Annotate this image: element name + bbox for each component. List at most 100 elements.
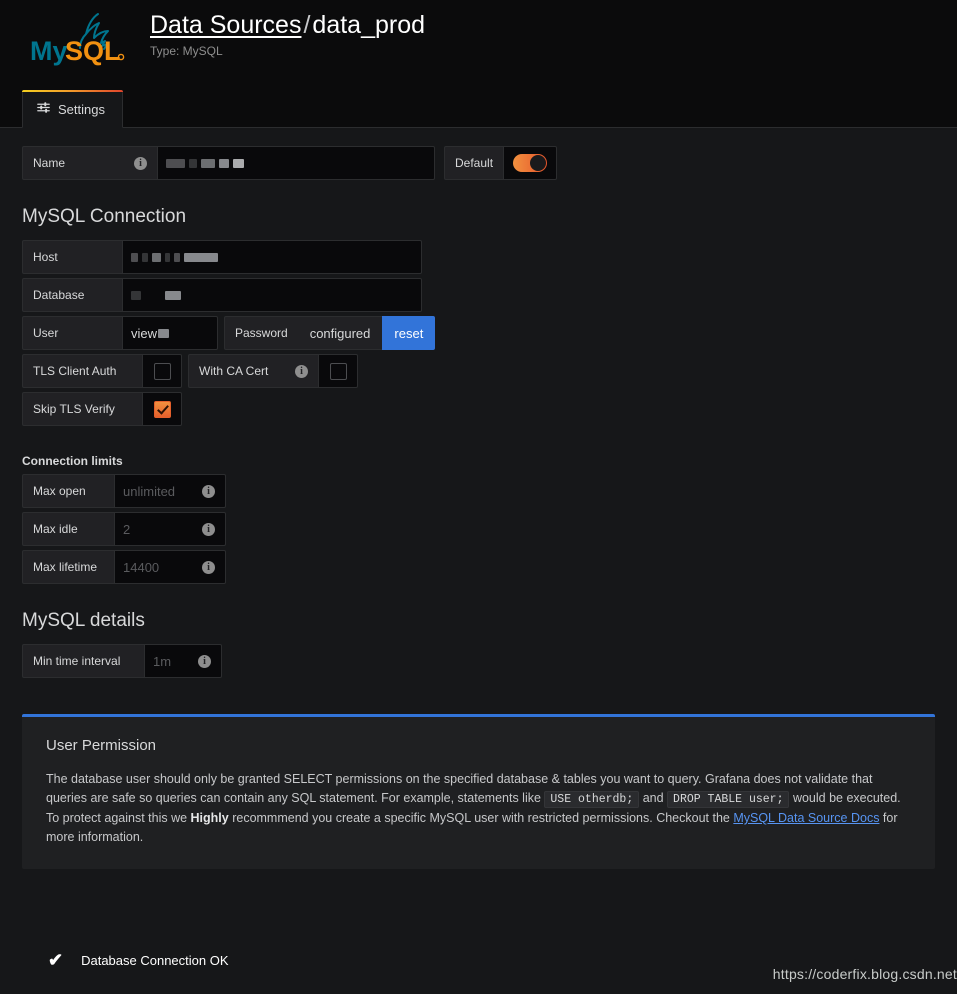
- password-configured-value: configured: [297, 316, 383, 350]
- user-permission-alert: User Permission The database user should…: [22, 714, 935, 869]
- redacted-block: [142, 252, 148, 262]
- credentials-row: User view Password configured reset: [22, 316, 935, 350]
- max-lifetime-input[interactable]: 14400 i: [114, 550, 226, 584]
- max-idle-label: Max idle: [22, 512, 114, 546]
- alert-text-part-4: recommmend you create a specific MySQL u…: [228, 811, 734, 825]
- host-label: Host: [22, 240, 122, 274]
- alert-code-drop-table: DROP TABLE user;: [667, 791, 790, 808]
- redacted-block: [166, 158, 185, 168]
- checkbox-unchecked[interactable]: [153, 362, 171, 380]
- max-idle-placeholder: 2: [123, 521, 131, 537]
- mysql-logo-icon: My SQL: [28, 10, 136, 66]
- max-lifetime-label: Max lifetime: [22, 550, 114, 584]
- info-icon[interactable]: i: [202, 484, 215, 498]
- check-icon: ✔: [48, 950, 64, 970]
- default-label: Default: [444, 146, 504, 180]
- user-input[interactable]: view: [122, 316, 218, 350]
- tab-settings[interactable]: Settings: [22, 90, 123, 128]
- mysql-details-title: MySQL details: [22, 610, 145, 631]
- min-time-interval-input[interactable]: 1m i: [144, 644, 222, 678]
- tab-settings-label: Settings: [58, 101, 105, 117]
- svg-text:SQL: SQL: [65, 36, 121, 66]
- max-lifetime-row: Max lifetime 14400 i: [22, 550, 935, 584]
- connection-section-title: MySQL Connection: [22, 206, 187, 227]
- tls-row: TLS Client Auth With CA Cert i: [22, 354, 935, 388]
- watermark: https://coderfix.blog.csdn.net: [772, 966, 957, 982]
- redacted-block: [201, 158, 215, 168]
- user-permission-text: The database user should only be granted…: [46, 770, 911, 847]
- redacted-block: [174, 252, 180, 262]
- max-open-row: Max open unlimited i: [22, 474, 935, 508]
- tls-client-auth-label: TLS Client Auth: [22, 354, 142, 388]
- info-icon[interactable]: i: [202, 560, 215, 574]
- max-open-input[interactable]: unlimited i: [114, 474, 226, 508]
- redacted-block: [165, 290, 181, 300]
- skip-tls-verify-label-text: Skip TLS Verify: [33, 402, 115, 416]
- host-input[interactable]: [122, 240, 422, 274]
- redacted-block: [158, 328, 170, 338]
- status-message: Database Connection OK: [81, 952, 229, 968]
- datasource-header: My SQL Data Sources/data_prod Type: MySQ…: [0, 0, 957, 66]
- max-open-label: Max open: [22, 474, 114, 508]
- database-label: Database: [22, 278, 122, 312]
- max-idle-input[interactable]: 2 i: [114, 512, 226, 546]
- checkbox-checked[interactable]: [153, 400, 171, 418]
- name-input[interactable]: [157, 146, 435, 180]
- redacted-block: [152, 252, 161, 262]
- name-field-group: Name i: [22, 146, 435, 180]
- connection-limits-title: Connection limits: [22, 454, 123, 468]
- sliders-icon: [37, 101, 50, 117]
- host-label-text: Host: [33, 250, 58, 264]
- user-input-value: view: [131, 325, 158, 341]
- user-permission-title: User Permission: [46, 737, 157, 754]
- alert-code-use-otherdb: USE otherdb;: [544, 791, 640, 808]
- breadcrumb-separator: /: [303, 11, 311, 39]
- mysql-docs-link[interactable]: MySQL Data Source Docs: [733, 811, 879, 825]
- svg-text:My: My: [30, 36, 68, 66]
- info-icon[interactable]: i: [198, 654, 211, 668]
- with-ca-cert-checkbox[interactable]: [318, 354, 358, 388]
- skip-tls-verify-label: Skip TLS Verify: [22, 392, 142, 426]
- redacted-block: [165, 252, 170, 262]
- info-icon[interactable]: i: [134, 156, 147, 170]
- tls-client-auth-group: TLS Client Auth: [22, 354, 182, 388]
- min-time-interval-placeholder: 1m: [153, 653, 172, 669]
- user-label-text: User: [33, 326, 59, 340]
- password-field-group: Password configured reset: [224, 316, 436, 350]
- skip-tls-verify-checkbox[interactable]: [142, 392, 182, 426]
- min-time-interval-label-text: Min time interval: [33, 654, 121, 668]
- redacted-block: [131, 252, 138, 262]
- info-icon[interactable]: i: [202, 522, 215, 536]
- host-row: Host: [22, 240, 935, 274]
- max-open-placeholder: unlimited: [123, 483, 176, 499]
- with-ca-cert-label: With CA Cert i: [188, 354, 318, 388]
- toggle-switch-on[interactable]: [513, 154, 548, 172]
- checkbox-unchecked[interactable]: [329, 362, 347, 380]
- breadcrumb-data-sources-link[interactable]: Data Sources: [150, 11, 301, 39]
- redacted-block: [131, 290, 141, 300]
- header-titles: Data Sources/data_prod Type: MySQL: [150, 10, 425, 58]
- password-label-text: Password: [235, 326, 288, 340]
- redacted-block: [184, 252, 218, 262]
- info-icon[interactable]: i: [295, 364, 308, 378]
- user-field-group: User view: [22, 316, 218, 350]
- max-lifetime-label-text: Max lifetime: [33, 560, 98, 574]
- min-time-interval-row: Min time interval 1m i: [22, 644, 935, 678]
- with-ca-cert-group: With CA Cert i: [188, 354, 358, 388]
- default-toggle[interactable]: [503, 146, 558, 180]
- page-header: My SQL Data Sources/data_prod Type: MySQ…: [0, 0, 957, 128]
- alert-text-part-2: and: [639, 791, 668, 805]
- max-idle-label-text: Max idle: [33, 522, 78, 536]
- password-reset-button[interactable]: reset: [382, 316, 436, 350]
- min-time-interval-label: Min time interval: [22, 644, 144, 678]
- tls-client-auth-checkbox[interactable]: [142, 354, 182, 388]
- tab-bar: Settings: [22, 90, 123, 128]
- page-title: data_prod: [312, 11, 426, 39]
- redacted-block: [219, 158, 229, 168]
- default-label-text: Default: [455, 156, 494, 170]
- name-label-text: Name: [33, 156, 66, 170]
- database-input[interactable]: [122, 278, 422, 312]
- skip-tls-verify-row: Skip TLS Verify: [22, 392, 935, 426]
- max-open-label-text: Max open: [33, 484, 86, 498]
- with-ca-cert-label-text: With CA Cert: [199, 364, 269, 378]
